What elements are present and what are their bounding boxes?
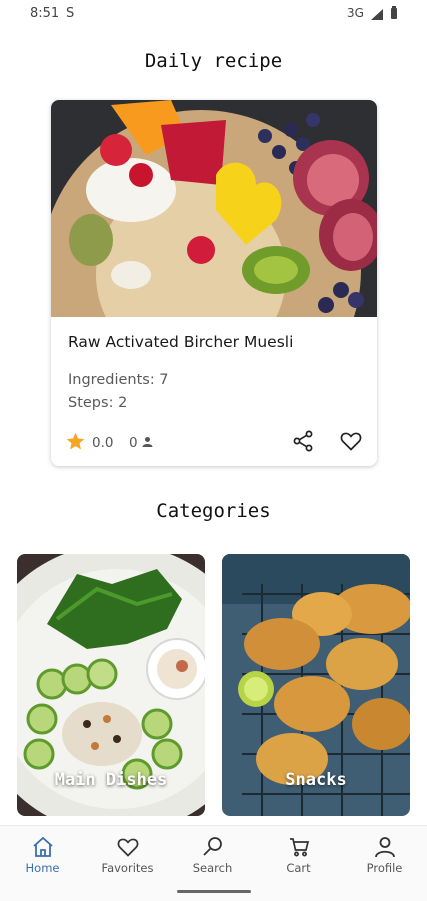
status-time: 8:51: [30, 6, 60, 21]
nav-cart[interactable]: Cart: [256, 836, 341, 875]
nav-label: Cart: [286, 861, 311, 875]
home-icon: [32, 836, 53, 857]
nav-label: Search: [192, 861, 233, 875]
category-card-main-dishes[interactable]: Main Dishes: [17, 554, 205, 816]
home-indicator[interactable]: [177, 890, 251, 893]
recipe-name: Raw Activated Bircher Muesli: [68, 333, 294, 351]
nav-search[interactable]: Search: [170, 836, 255, 875]
signal-icon: [371, 9, 383, 20]
daily-recipe-card[interactable]: Raw Activated Bircher Muesli Ingredients…: [51, 100, 377, 466]
steps-count: Steps: 2: [68, 395, 128, 411]
recipe-image: [51, 100, 377, 317]
sim-indicator: S: [66, 6, 75, 21]
nav-profile[interactable]: Profile: [342, 836, 427, 875]
rating-count: 0: [129, 435, 138, 451]
category-label: Main Dishes: [54, 770, 168, 790]
person-icon: [142, 437, 153, 447]
status-bar: 8:51 S 3G: [0, 0, 427, 28]
nav-label: Profile: [366, 861, 403, 875]
profile-icon: [374, 837, 395, 858]
nav-label: Favorites: [101, 861, 154, 875]
category-card-snacks[interactable]: Snacks: [222, 554, 410, 816]
nav-home[interactable]: Home: [0, 836, 85, 875]
heart-icon: [117, 838, 138, 857]
daily-recipe-title: Daily recipe: [144, 50, 283, 72]
nav-label: Home: [25, 861, 60, 875]
favorite-heart-icon[interactable]: [339, 429, 363, 453]
search-icon: [202, 837, 222, 856]
cart-icon: [289, 838, 309, 857]
share-icon[interactable]: [291, 429, 315, 453]
network-type: 3G: [347, 6, 364, 20]
category-label: Snacks: [285, 770, 347, 790]
battery-icon: [391, 6, 397, 19]
star-icon: [66, 432, 85, 450]
categories-title: Categories: [156, 500, 271, 522]
ingredients-count: Ingredients: 7: [68, 372, 169, 388]
nav-favorites[interactable]: Favorites: [85, 836, 170, 875]
rating-value: 0.0: [92, 435, 114, 451]
